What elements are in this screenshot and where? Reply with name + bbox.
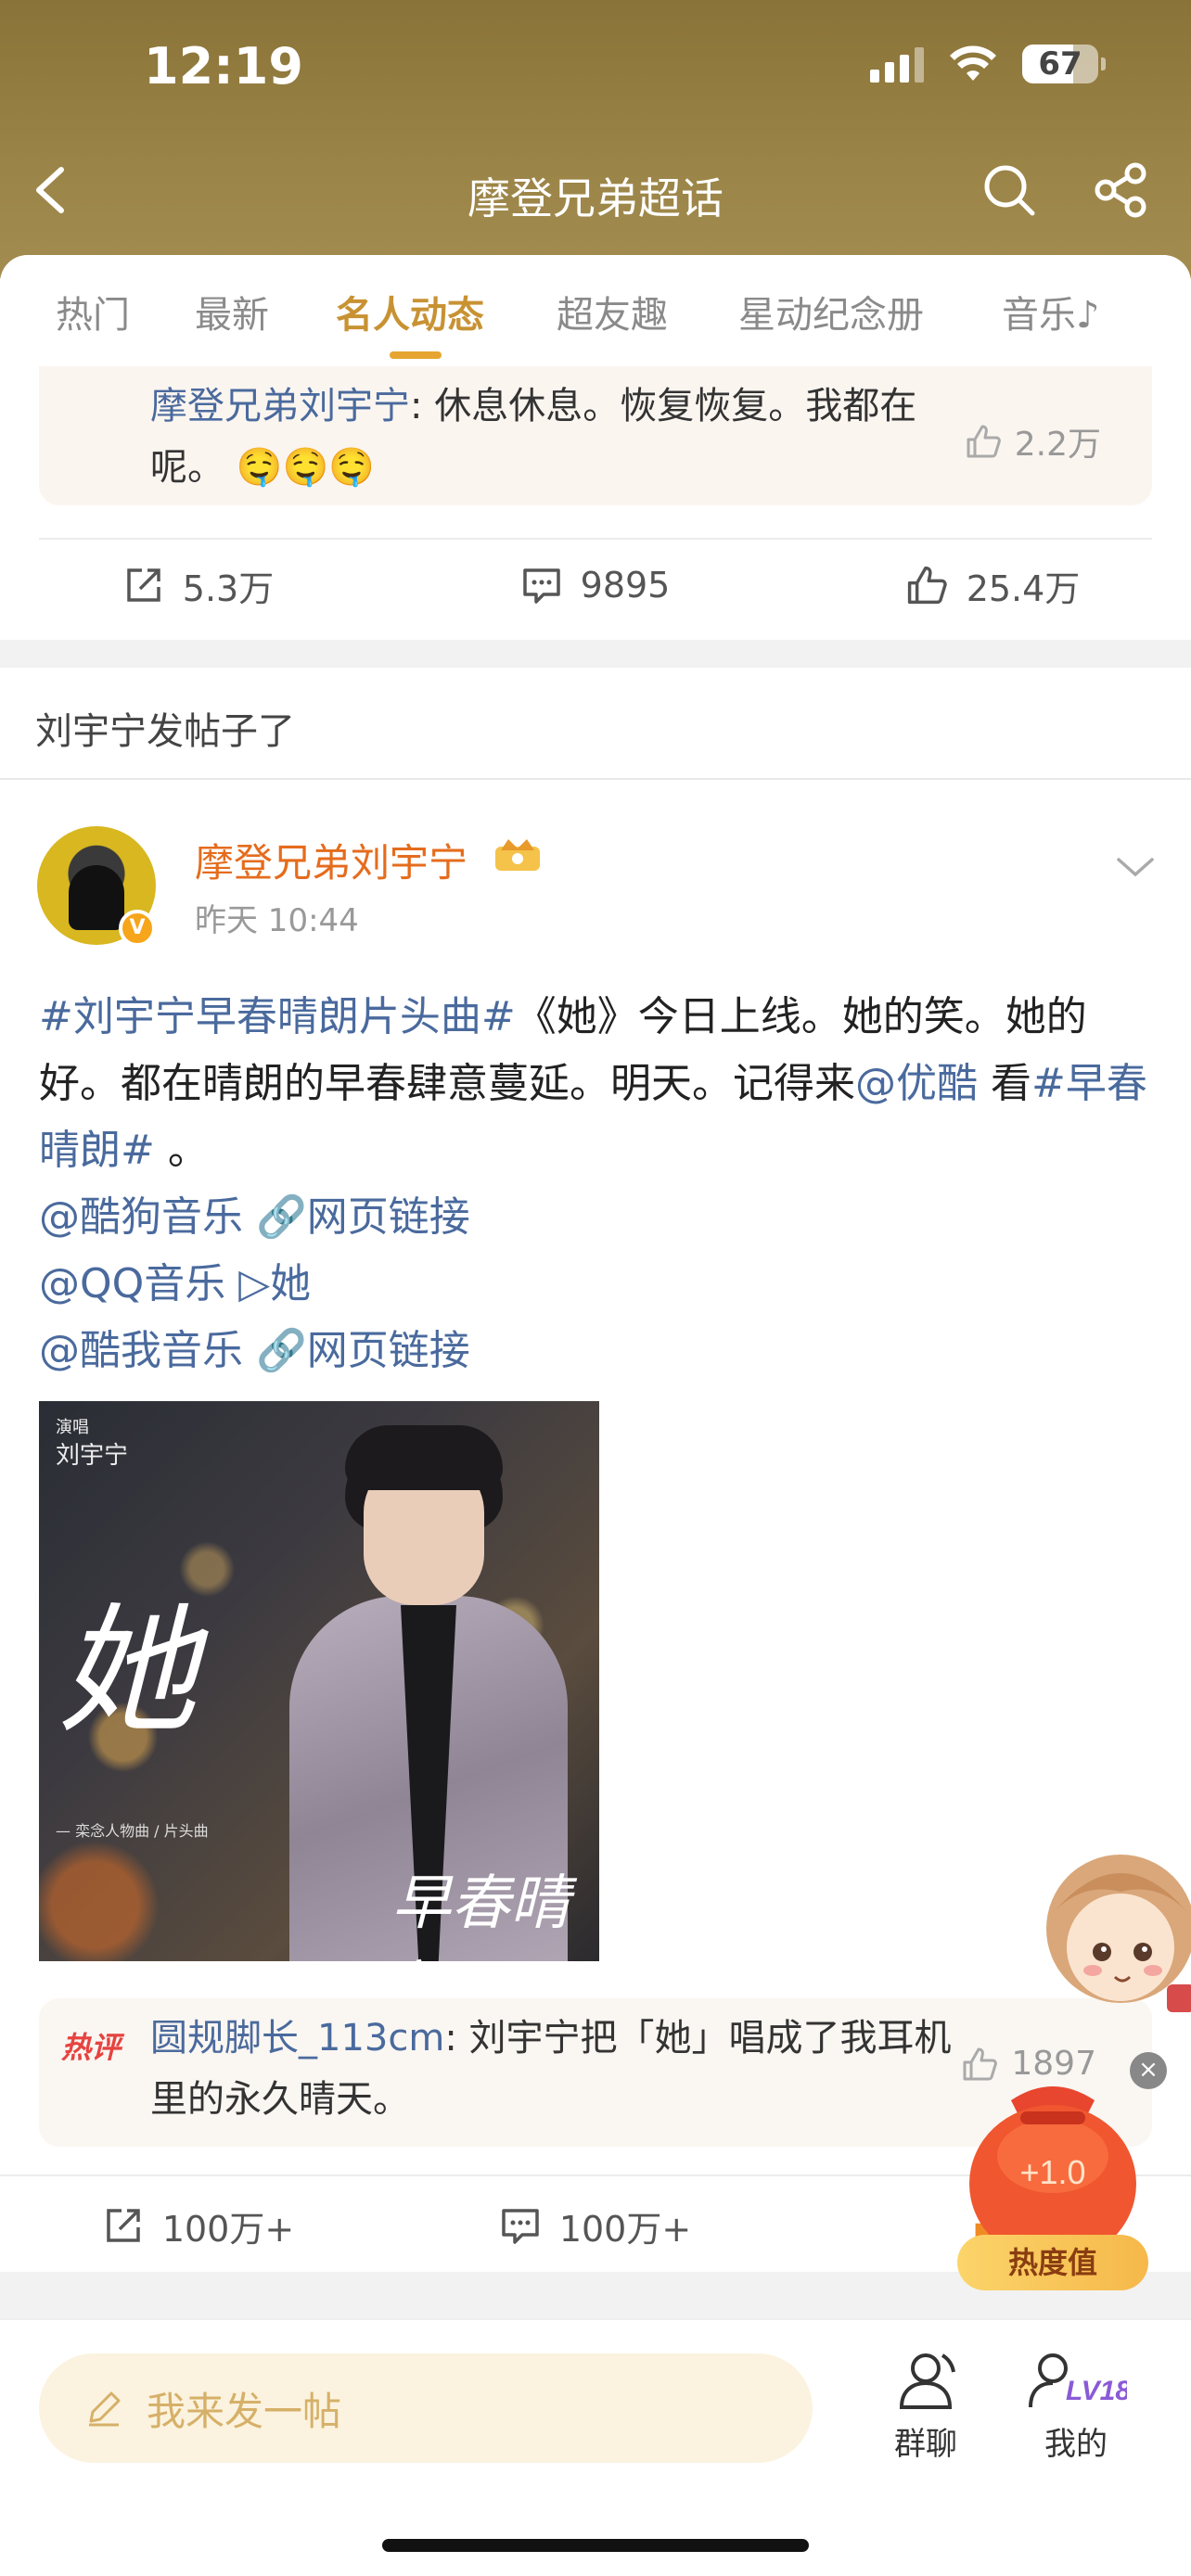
web-link[interactable]: 🔗网页链接: [256, 1327, 470, 1374]
comment-icon: [502, 2209, 539, 2244]
image-drama-title: 早春晴朗: [391, 1869, 570, 1961]
crown-badge-icon: [495, 839, 540, 871]
status-icons: 67: [870, 45, 1106, 83]
tab-bar: 热门 最新 名人动态 超友趣 星动纪念册 音乐♪: [0, 255, 1191, 366]
hot-comment-like[interactable]: 2.2万: [965, 417, 1101, 465]
chevron-down-icon[interactable]: [1113, 854, 1158, 882]
hot-comment-tag: 热评: [61, 2030, 122, 2065]
thumb-up-icon: [907, 566, 947, 605]
bottom-bar: 我来发一帖 群聊 LV18 我的: [0, 2318, 1191, 2576]
level-badge: LV18: [1066, 2376, 1127, 2406]
battery-level: 67: [1038, 45, 1082, 83]
mascot-icon[interactable]: [1018, 1845, 1191, 2031]
comment-button[interactable]: 100万+: [397, 2179, 794, 2272]
hot-comment-box[interactable]: 摩登兄弟刘宇宁: 休息休息。恢复恢复。我都在呢。 🤤🤤🤤 2.2万: [39, 366, 1152, 505]
previous-post: 摩登兄弟刘宇宁: 休息休息。恢复恢复。我都在呢。 🤤🤤🤤 2.2万 5.3万 9…: [0, 366, 1191, 640]
repost-button[interactable]: 100万+: [0, 2179, 397, 2272]
section-header: 刘宇宁发帖子了: [0, 668, 1191, 779]
post-image[interactable]: 演唱 刘宇宁 她 — 栾念人物曲 / 片头曲 早春晴朗: [39, 1401, 599, 1961]
like-button[interactable]: 25.4万: [794, 539, 1191, 631]
repost-icon: [107, 2209, 140, 2242]
battery-icon: 67: [1022, 45, 1106, 83]
web-link[interactable]: 🔗网页链接: [256, 1193, 470, 1241]
signal-icon: [870, 45, 924, 83]
search-icon[interactable]: [981, 162, 1037, 218]
group-chat-button[interactable]: 群聊: [870, 2348, 981, 2464]
comment-icon: [522, 568, 560, 604]
section-title: 刘宇宁发帖子了: [35, 710, 295, 753]
emoji: 🤤🤤🤤: [236, 446, 376, 489]
topic-link[interactable]: #刘宇宁早春晴朗片头曲#: [39, 993, 516, 1040]
repost-button[interactable]: 5.3万: [0, 539, 397, 631]
image-title: 她: [58, 1591, 198, 1753]
mention-link[interactable]: @QQ音乐: [39, 1260, 225, 1307]
image-subtitle: — 栾念人物曲 / 片头曲: [56, 1822, 209, 1840]
verified-badge-icon: V: [119, 910, 156, 947]
wifi-icon: [950, 45, 996, 81]
share-icon[interactable]: [1093, 162, 1148, 218]
profile-icon: LV18: [1029, 2353, 1127, 2408]
tab-latest[interactable]: 最新: [195, 285, 269, 338]
post-card: V 摩登兄弟刘宇宁 昨天 10:44 #刘宇宁早春晴朗片头曲#《她》今日上线。她…: [0, 780, 1191, 2264]
status-time: 12:19: [144, 37, 303, 96]
mention-link[interactable]: @优酷: [855, 1060, 978, 1107]
image-label-small: 演唱: [56, 1418, 89, 1437]
hot-comment-text: 摩登兄弟刘宇宁: 休息休息。恢复恢复。我都在呢。 🤤🤤🤤: [150, 385, 917, 489]
tab-album[interactable]: 星动纪念册: [738, 285, 924, 338]
heat-plus: +1.0: [1019, 2153, 1085, 2191]
tab-hot[interactable]: 热门: [56, 285, 130, 338]
pencil-icon: [89, 2391, 121, 2427]
post-author[interactable]: 摩登兄弟刘宇宁: [195, 832, 467, 888]
thumb-up-icon: [967, 425, 1001, 458]
music-link[interactable]: ▷她: [238, 1260, 311, 1307]
post-time: 昨天 10:44: [195, 902, 359, 939]
header: 12:19 67 摩登兄弟超话: [0, 0, 1191, 278]
mention-link[interactable]: @酷我音乐: [39, 1327, 243, 1374]
compose-placeholder: 我来发一帖: [147, 2388, 342, 2434]
tab-celebrity[interactable]: 名人动态: [336, 285, 484, 338]
tab-indicator: [390, 351, 442, 359]
hot-comment-text: 圆规脚长_113cm: 刘宇宁把「她」唱成了我耳机里的永久晴天。: [150, 2017, 952, 2121]
mine-button[interactable]: LV18 我的: [1020, 2348, 1132, 2464]
comment-button[interactable]: 9895: [397, 539, 794, 631]
hot-comment-author[interactable]: 圆规脚长_113cm: [150, 2017, 444, 2060]
compose-post-button[interactable]: 我来发一帖: [39, 2353, 813, 2463]
hot-comment-author[interactable]: 摩登兄弟刘宇宁: [150, 385, 410, 427]
tab-fun[interactable]: 超友趣: [557, 285, 668, 338]
image-label-name: 刘宇宁: [56, 1442, 129, 1470]
home-indicator: [382, 2539, 809, 2552]
repost-icon: [127, 568, 160, 602]
group-chat-icon: [899, 2353, 955, 2409]
mention-link[interactable]: @酷狗音乐: [39, 1193, 243, 1241]
heat-value-label[interactable]: 热度值: [957, 2235, 1148, 2290]
tab-music[interactable]: 音乐♪: [1002, 285, 1100, 338]
post-actions: 5.3万 9895 25.4万: [0, 539, 1191, 631]
post-body: #刘宇宁早春晴朗片头曲#《她》今日上线。她的笑。她的好。都在晴朗的早春肆意蔓延。…: [39, 993, 1147, 1374]
